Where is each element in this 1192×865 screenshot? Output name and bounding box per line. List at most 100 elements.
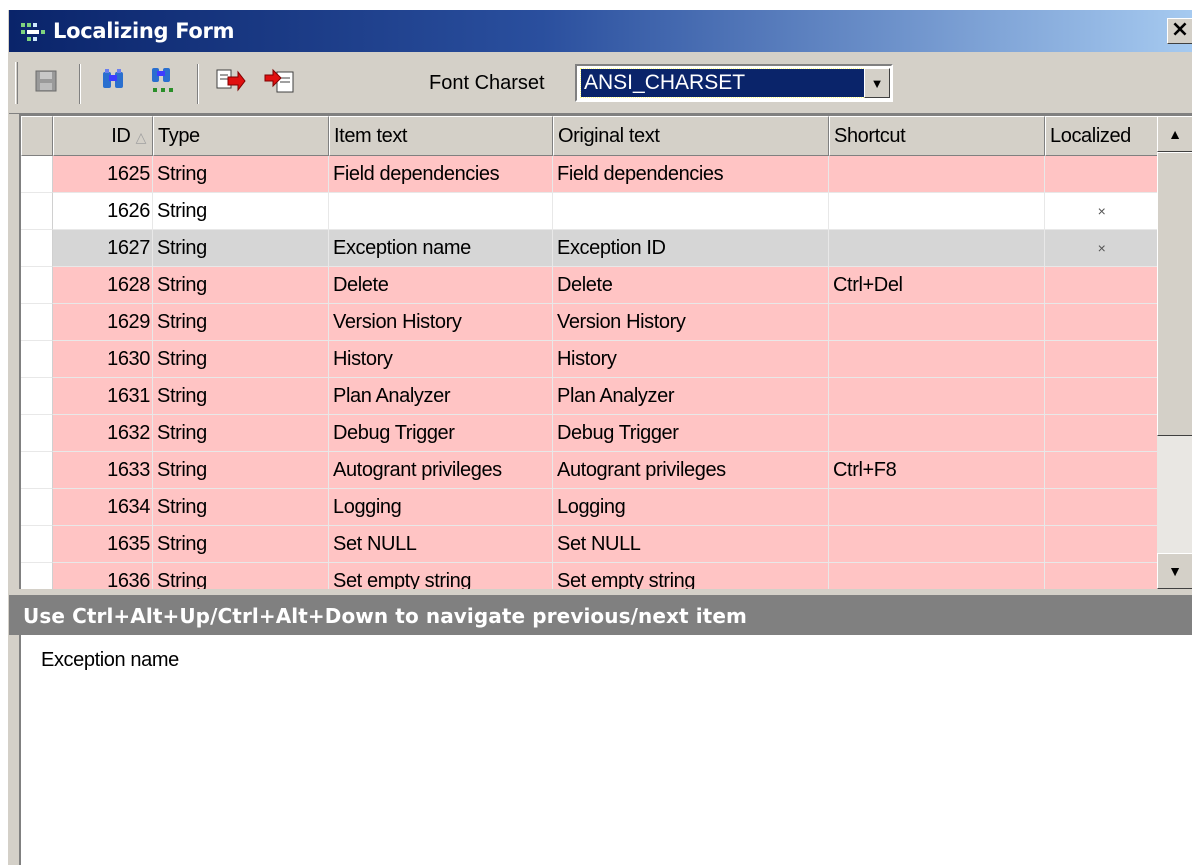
cell-type[interactable]: String: [153, 156, 329, 193]
cell-item-text[interactable]: Field dependencies: [329, 156, 553, 193]
title-bar[interactable]: Localizing Form ×: [9, 10, 1192, 52]
cell-item-text[interactable]: Set empty string: [329, 563, 553, 589]
table-row[interactable]: 1635 String Set NULL Set NULL: [21, 526, 1159, 563]
cell-shortcut[interactable]: [829, 378, 1045, 415]
row-indicator[interactable]: [21, 489, 53, 526]
cell-id[interactable]: 1632: [53, 415, 153, 452]
cell-shortcut[interactable]: [829, 526, 1045, 563]
save-button[interactable]: [27, 64, 65, 102]
charset-value[interactable]: ANSI_CHARSET: [580, 68, 866, 98]
table-row[interactable]: 1625 String Field dependencies Field depend…: [21, 156, 1159, 193]
row-indicator[interactable]: [21, 452, 53, 489]
row-indicator[interactable]: [21, 193, 53, 230]
scroll-down-button[interactable]: ▼: [1157, 553, 1192, 589]
cell-localized[interactable]: [1045, 526, 1159, 563]
cell-shortcut[interactable]: [829, 415, 1045, 452]
cell-localized[interactable]: [1045, 156, 1159, 193]
table-row[interactable]: 1636 String Set empty string Set empty stri…: [21, 563, 1159, 589]
header-type[interactable]: Type: [153, 116, 329, 156]
cell-item-text[interactable]: Delete: [329, 267, 553, 304]
scroll-up-button[interactable]: ▲: [1157, 116, 1192, 152]
table-row[interactable]: 1632 String Debug Trigger Debug Trigger: [21, 415, 1159, 452]
cell-original-text[interactable]: History: [553, 341, 829, 378]
export-button[interactable]: [211, 64, 249, 102]
translation-editor[interactable]: Exception name: [19, 635, 1192, 865]
cell-type[interactable]: String: [153, 452, 329, 489]
cell-id[interactable]: 1635: [53, 526, 153, 563]
toolbar-grip[interactable]: [15, 62, 18, 104]
cell-localized[interactable]: [1045, 415, 1159, 452]
import-button[interactable]: [261, 64, 299, 102]
table-row[interactable]: 1631 String Plan Analyzer Plan Analyzer: [21, 378, 1159, 415]
cell-shortcut[interactable]: [829, 230, 1045, 267]
cell-id[interactable]: 1625: [53, 156, 153, 193]
cell-id[interactable]: 1626: [53, 193, 153, 230]
cell-localized[interactable]: [1045, 304, 1159, 341]
row-indicator[interactable]: [21, 378, 53, 415]
table-row[interactable]: 1633 String Autogrant privileges Autogrant …: [21, 452, 1159, 489]
header-item-text[interactable]: Item text: [329, 116, 553, 156]
row-indicator[interactable]: [21, 415, 53, 452]
cell-item-text[interactable]: Logging: [329, 489, 553, 526]
close-button[interactable]: ×: [1167, 18, 1192, 44]
cell-type[interactable]: String: [153, 378, 329, 415]
row-indicator[interactable]: [21, 156, 53, 193]
cell-original-text[interactable]: Field dependencies: [553, 156, 829, 193]
cell-localized[interactable]: ×: [1045, 193, 1159, 230]
cell-localized[interactable]: [1045, 378, 1159, 415]
cell-item-text[interactable]: History: [329, 341, 553, 378]
header-localized[interactable]: Localized: [1045, 116, 1159, 156]
cell-original-text[interactable]: Debug Trigger: [553, 415, 829, 452]
cell-item-text[interactable]: Autogrant privileges: [329, 452, 553, 489]
cell-shortcut[interactable]: [829, 156, 1045, 193]
cell-shortcut[interactable]: [829, 341, 1045, 378]
cell-original-text[interactable]: Logging: [553, 489, 829, 526]
cell-localized[interactable]: ×: [1045, 230, 1159, 267]
cell-shortcut[interactable]: [829, 193, 1045, 230]
cell-id[interactable]: 1629: [53, 304, 153, 341]
cell-type[interactable]: String: [153, 341, 329, 378]
cell-id[interactable]: 1628: [53, 267, 153, 304]
cell-shortcut[interactable]: [829, 563, 1045, 589]
row-indicator[interactable]: [21, 341, 53, 378]
vertical-scrollbar[interactable]: ▲ ▼: [1157, 116, 1192, 589]
cell-item-text[interactable]: Debug Trigger: [329, 415, 553, 452]
table-row[interactable]: 1627 String Exception name Exception ID ×: [21, 230, 1159, 267]
table-row[interactable]: 1626 String ×: [21, 193, 1159, 230]
header-original-text[interactable]: Original text: [553, 116, 829, 156]
header-shortcut[interactable]: Shortcut: [829, 116, 1045, 156]
charset-dropdown-button[interactable]: ▼: [864, 68, 890, 98]
cell-type[interactable]: String: [153, 526, 329, 563]
row-indicator[interactable]: [21, 563, 53, 589]
cell-type[interactable]: String: [153, 489, 329, 526]
cell-id[interactable]: 1634: [53, 489, 153, 526]
cell-shortcut[interactable]: Ctrl+Del: [829, 267, 1045, 304]
row-indicator[interactable]: [21, 267, 53, 304]
cell-original-text[interactable]: Delete: [553, 267, 829, 304]
find-next-button[interactable]: [145, 64, 183, 102]
header-id[interactable]: ID △: [53, 116, 153, 156]
find-button[interactable]: [95, 64, 133, 102]
cell-shortcut[interactable]: Ctrl+F8: [829, 452, 1045, 489]
cell-item-text[interactable]: [329, 193, 553, 230]
scroll-thumb[interactable]: [1157, 152, 1192, 436]
cell-item-text[interactable]: Exception name: [329, 230, 553, 267]
table-row[interactable]: 1630 String History History: [21, 341, 1159, 378]
cell-item-text[interactable]: Version History: [329, 304, 553, 341]
cell-shortcut[interactable]: [829, 489, 1045, 526]
cell-localized[interactable]: [1045, 267, 1159, 304]
cell-id[interactable]: 1631: [53, 378, 153, 415]
cell-localized[interactable]: [1045, 452, 1159, 489]
cell-id[interactable]: 1636: [53, 563, 153, 589]
cell-type[interactable]: String: [153, 230, 329, 267]
cell-shortcut[interactable]: [829, 304, 1045, 341]
row-indicator[interactable]: [21, 526, 53, 563]
cell-original-text[interactable]: Exception ID: [553, 230, 829, 267]
cell-original-text[interactable]: Plan Analyzer: [553, 378, 829, 415]
cell-id[interactable]: 1627: [53, 230, 153, 267]
cell-item-text[interactable]: Plan Analyzer: [329, 378, 553, 415]
table-row[interactable]: 1628 String Delete Delete Ctrl+Del: [21, 267, 1159, 304]
cell-type[interactable]: String: [153, 267, 329, 304]
cell-type[interactable]: String: [153, 415, 329, 452]
row-indicator[interactable]: [21, 230, 53, 267]
